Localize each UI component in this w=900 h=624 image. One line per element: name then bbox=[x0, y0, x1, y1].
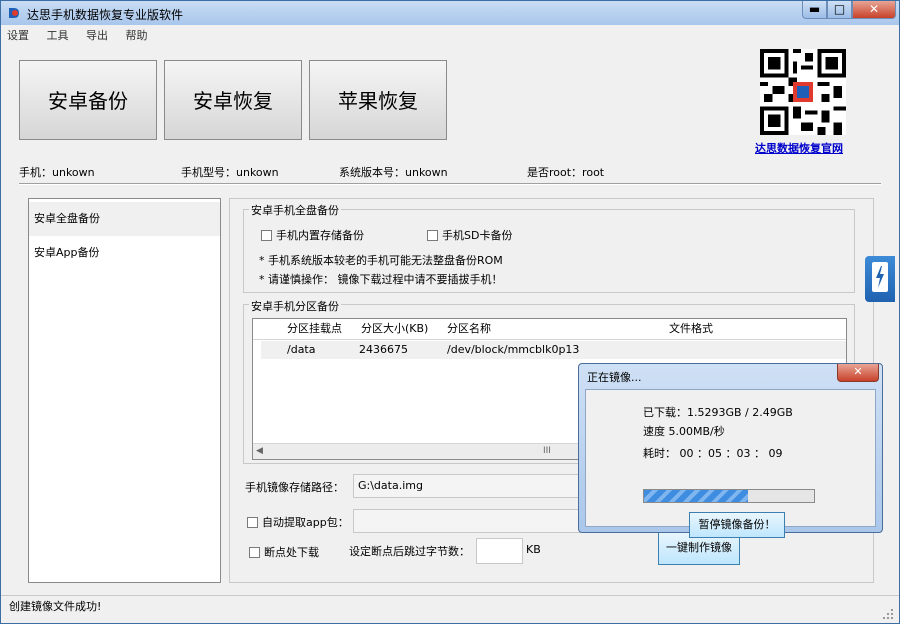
status-bar bbox=[1, 595, 899, 624]
checkbox-label: 手机SD卡备份 bbox=[442, 229, 513, 242]
dialog-body: 已下载：1.5293GB / 2.49GB 速度 5.00MB/秒 耗时： 00… bbox=[585, 389, 876, 538]
side-tab[interactable] bbox=[865, 256, 895, 302]
resize-grip-icon[interactable] bbox=[881, 607, 895, 621]
close-button[interactable]: ✕ bbox=[852, 1, 896, 19]
resume-download-checkbox[interactable]: 断点处下载 bbox=[249, 544, 319, 560]
apple-restore-button[interactable]: 苹果恢复 bbox=[309, 60, 447, 140]
menu-bar: 设置 工具 导出 帮助 bbox=[7, 27, 162, 43]
full-backup-title: 安卓手机全盘备份 bbox=[249, 202, 341, 218]
model-info: 手机型号：unkown bbox=[181, 166, 279, 179]
checkbox-box[interactable] bbox=[427, 229, 438, 241]
header-divider bbox=[253, 339, 846, 340]
sdcard-checkbox[interactable]: 手机SD卡备份 bbox=[427, 227, 512, 243]
menu-export[interactable]: 导出 bbox=[86, 27, 108, 43]
partition-backup-title: 安卓手机分区备份 bbox=[249, 298, 341, 314]
column-header-format[interactable]: 文件格式 bbox=[665, 319, 846, 339]
cell-name: /dev/block/mmcblk0p13 bbox=[447, 343, 580, 356]
note-old-version: * 手机系统版本较老的手机可能无法整盘备份ROM bbox=[259, 254, 503, 267]
app-logo-icon bbox=[9, 8, 19, 18]
minimize-button[interactable]: ▬ bbox=[802, 1, 827, 19]
checkbox-label: 断点处下载 bbox=[264, 546, 319, 559]
backup-mode-list: 安卓全盘备份 安卓App备份 bbox=[28, 198, 221, 583]
dialog-close-button[interactable]: ✕ bbox=[837, 364, 879, 382]
scroll-left-arrow-icon[interactable]: ◀ bbox=[256, 446, 263, 456]
speed-text: 速度 5.00MB/秒 bbox=[643, 425, 725, 438]
qr-code bbox=[760, 49, 846, 135]
skip-bytes-unit: KB bbox=[526, 543, 541, 556]
dialog-title: 正在镜像... bbox=[587, 371, 642, 384]
imaging-progress-dialog: 正在镜像... ✕ 已下载：1.5293GB / 2.49GB 速度 5.00M… bbox=[578, 363, 883, 538]
official-site-link[interactable]: 达思数据恢复官网 bbox=[755, 140, 843, 156]
window-title: 达思手机数据恢复专业版软件 bbox=[27, 8, 184, 22]
checkbox-box[interactable] bbox=[261, 229, 272, 241]
table-header-blank bbox=[253, 319, 284, 339]
column-header-mount[interactable]: 分区挂载点 bbox=[283, 319, 358, 339]
root-info: 是否root：root bbox=[527, 166, 605, 179]
list-item-full-backup[interactable]: 安卓全盘备份 bbox=[29, 202, 220, 236]
auto-extract-field[interactable] bbox=[353, 509, 581, 533]
skip-bytes-label: 设定断点后跳过字节数： bbox=[349, 545, 470, 558]
pause-imaging-button[interactable]: 暂停镜像备份！ bbox=[689, 512, 785, 538]
divider bbox=[19, 183, 881, 185]
image-path-label: 手机镜像存储路径： bbox=[245, 481, 344, 494]
progress-bar bbox=[643, 489, 815, 503]
list-item-app-backup[interactable]: 安卓App备份 bbox=[29, 236, 220, 270]
phone-charge-icon bbox=[872, 262, 888, 292]
skip-bytes-input[interactable] bbox=[476, 538, 523, 564]
app-window: 达思手机数据恢复专业版软件 ▬ □ ✕ 设置 工具 导出 帮助 安卓备份 安卓恢… bbox=[0, 0, 900, 624]
scroll-grip-mark: III bbox=[543, 446, 551, 456]
android-backup-button[interactable]: 安卓备份 bbox=[19, 60, 157, 140]
menu-help[interactable]: 帮助 bbox=[126, 27, 148, 43]
note-caution: * 请谨慎操作： 镜像下载过程中请不要插拔手机！ bbox=[259, 273, 503, 286]
title-bar: 达思手机数据恢复专业版软件 ▬ □ ✕ bbox=[1, 1, 899, 25]
checkbox-box[interactable] bbox=[249, 546, 260, 558]
android-restore-button[interactable]: 安卓恢复 bbox=[164, 60, 302, 140]
image-path-field[interactable]: G:\data.img bbox=[353, 474, 581, 498]
menu-tools[interactable]: 工具 bbox=[47, 27, 69, 43]
checkbox-box[interactable] bbox=[247, 516, 258, 528]
elapsed-text: 耗时： 00 ：05 ：03 ： 09 bbox=[643, 447, 783, 460]
checkbox-label: 自动提取app包： bbox=[262, 516, 349, 529]
column-header-name[interactable]: 分区名称 bbox=[443, 319, 666, 339]
progress-fill bbox=[644, 490, 748, 502]
cell-mount: /data bbox=[287, 343, 316, 356]
system-version-info: 系统版本号：unkown bbox=[339, 166, 448, 179]
phone-info: 手机：unkown bbox=[19, 166, 95, 179]
internal-storage-checkbox[interactable]: 手机内置存储备份 bbox=[261, 227, 364, 243]
checkbox-label: 手机内置存储备份 bbox=[276, 229, 364, 242]
downloaded-text: 已下载：1.5293GB / 2.49GB bbox=[643, 406, 793, 419]
cell-size: 2436675 bbox=[359, 343, 408, 356]
maximize-button[interactable]: □ bbox=[827, 1, 852, 19]
status-text: 创建镜像文件成功! bbox=[9, 600, 102, 613]
column-header-size[interactable]: 分区大小(KB) bbox=[357, 319, 444, 339]
auto-extract-checkbox[interactable]: 自动提取app包： bbox=[247, 514, 349, 530]
menu-settings[interactable]: 设置 bbox=[7, 27, 29, 43]
